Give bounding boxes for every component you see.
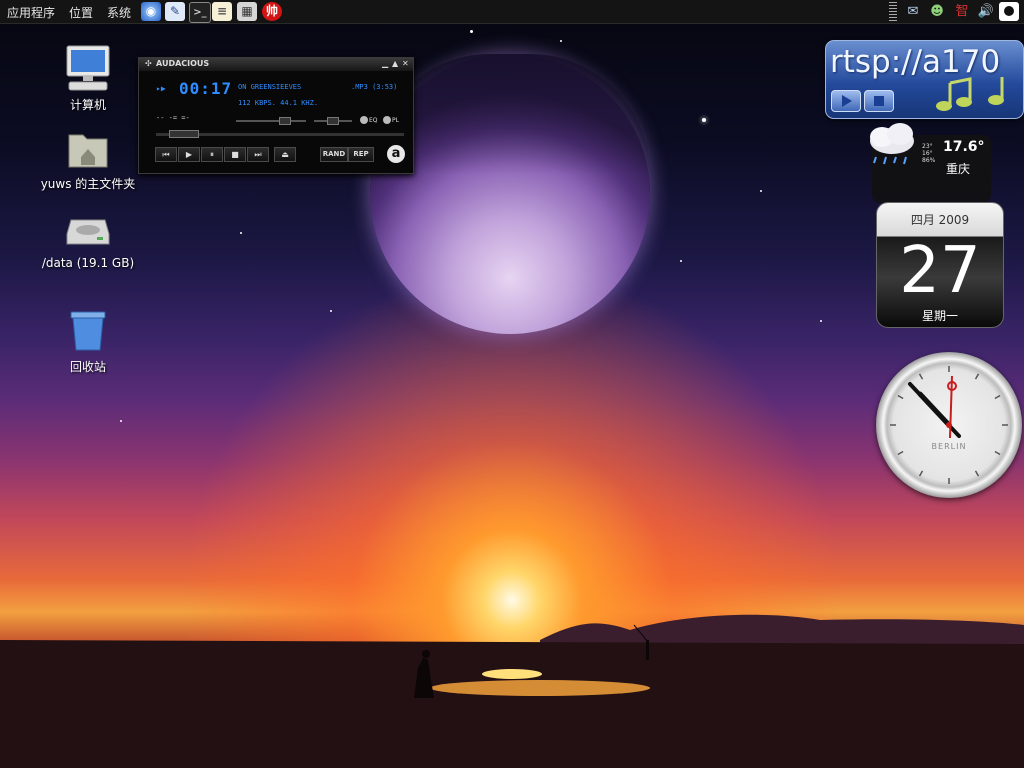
pl-label: PL xyxy=(392,117,399,124)
shade-icon[interactable]: ▲ xyxy=(392,59,398,68)
stop-icon xyxy=(874,96,884,106)
temp-high: 23° xyxy=(922,143,933,150)
previous-button[interactable]: ⏮ xyxy=(155,147,177,162)
current-temp: 17.6° xyxy=(943,139,985,155)
stop-button[interactable]: ■ xyxy=(224,147,246,162)
rtsp-stream-widget: rtsp://a170 xyxy=(825,40,1024,119)
audacious-logo[interactable]: a xyxy=(387,145,405,163)
visualizer: -- -= =- xyxy=(156,114,190,122)
play-status-icon: ▸▶ xyxy=(156,84,166,93)
input-method-icon[interactable]: 智 xyxy=(952,2,972,21)
music-notes-icon xyxy=(936,77,1004,111)
eq-toggle[interactable] xyxy=(360,116,368,124)
volume-slider[interactable] xyxy=(236,120,306,122)
humidity: 86% xyxy=(922,157,936,164)
stream-stop-button[interactable] xyxy=(864,90,894,112)
random-button[interactable]: RAND xyxy=(320,147,348,162)
calculator-icon[interactable]: ▦ xyxy=(237,2,257,21)
temp-low: 16° xyxy=(922,150,933,157)
clock-face xyxy=(890,366,1008,484)
eq-label: EQ xyxy=(369,117,378,124)
top-panel: 应用程序 位置 系统 ◉ ✎ >_ ≡ ▦ 帅 ✉ ☻ 智 🔊 xyxy=(0,0,1024,24)
shore-silhouette xyxy=(0,614,1024,768)
weather-widget: 23° 16° 86% 17.6° 重庆 xyxy=(870,123,991,203)
balance-knob[interactable] xyxy=(327,117,339,125)
user-icon[interactable]: ☻ xyxy=(927,2,947,21)
system-menu[interactable]: 系统 xyxy=(107,4,131,21)
song-title: ON GREENSIEEVES xyxy=(238,83,302,91)
desktop-icon-label: 回收站 xyxy=(69,360,106,374)
desktop-icon-computer[interactable]: 计算机 xyxy=(38,44,138,113)
globe-icon[interactable]: ◉ xyxy=(141,2,161,21)
text-editor-icon[interactable]: ✎ xyxy=(165,2,185,21)
audacious-player: ✣ AUDACIOUS ▁ ▲ ✕ ▸▶ 00:17 ON GREENSIEEV… xyxy=(138,57,414,174)
pause-button[interactable]: ⏸ xyxy=(201,147,223,162)
analog-clock-widget[interactable]: BERLIN xyxy=(876,352,1022,498)
home-folder-icon xyxy=(68,134,108,168)
volume-knob[interactable] xyxy=(279,117,291,125)
elapsed-time[interactable]: 00:17 xyxy=(179,79,232,98)
pl-toggle[interactable] xyxy=(383,116,391,124)
desktop-icon-label: yuws 的主文件夹 xyxy=(40,177,136,191)
applications-menu[interactable]: 应用程序 xyxy=(7,4,55,21)
next-button[interactable]: ⏭ xyxy=(247,147,269,162)
computer-icon xyxy=(66,45,110,91)
player-title: AUDACIOUS xyxy=(156,59,210,68)
play-button[interactable]: ▶ xyxy=(178,147,200,162)
desktop-icon-trash[interactable]: 回收站 xyxy=(38,308,138,375)
calendar-weekday: 星期一 xyxy=(921,309,958,323)
power-icon[interactable] xyxy=(999,2,1019,21)
calendar-month-year: 四月 2009 xyxy=(910,213,970,227)
desktop-icon-label: 计算机 xyxy=(69,98,106,112)
minimize-icon[interactable]: ▁ xyxy=(382,59,388,68)
player-titlebar[interactable]: ✣ AUDACIOUS ▁ ▲ ✕ xyxy=(139,58,413,71)
calendar-day: 27 xyxy=(899,234,981,308)
seek-knob[interactable] xyxy=(169,130,199,138)
trash-icon xyxy=(70,311,106,351)
calendar-widget[interactable]: 四月 2009 27 星期一 xyxy=(876,202,1004,328)
clock-city-label: BERLIN xyxy=(931,442,967,451)
notepad-icon[interactable]: ≡ xyxy=(212,2,232,21)
stream-play-button[interactable] xyxy=(831,90,861,112)
places-menu[interactable]: 位置 xyxy=(69,4,93,21)
player-menu-icon[interactable]: ✣ xyxy=(145,59,152,68)
rain-cloud-icon xyxy=(870,123,914,165)
repeat-button[interactable]: REP xyxy=(348,147,374,162)
volume-icon[interactable]: 🔊 xyxy=(976,2,996,21)
song-format: .MP3 (3:53) xyxy=(351,83,398,91)
terminal-icon[interactable]: >_ xyxy=(189,2,211,23)
play-icon xyxy=(842,95,852,107)
desktop-icon-label: /data (19.1 GB) xyxy=(41,256,135,270)
bitrate-info: 112 KBPS. 44.1 KHZ. xyxy=(238,99,319,107)
mail-icon[interactable]: ✉ xyxy=(903,2,923,21)
drive-icon xyxy=(66,219,110,245)
eject-button[interactable]: ⏏ xyxy=(274,147,296,162)
desktop-icon-home[interactable]: yuws 的主文件夹 xyxy=(38,127,138,192)
close-icon[interactable]: ✕ xyxy=(402,59,409,68)
desktop-icon-data-drive[interactable]: /data (19.1 GB) xyxy=(38,210,138,270)
city-name: 重庆 xyxy=(946,162,971,176)
tray-handle xyxy=(889,2,897,21)
shuai-icon[interactable]: 帅 xyxy=(262,2,282,21)
